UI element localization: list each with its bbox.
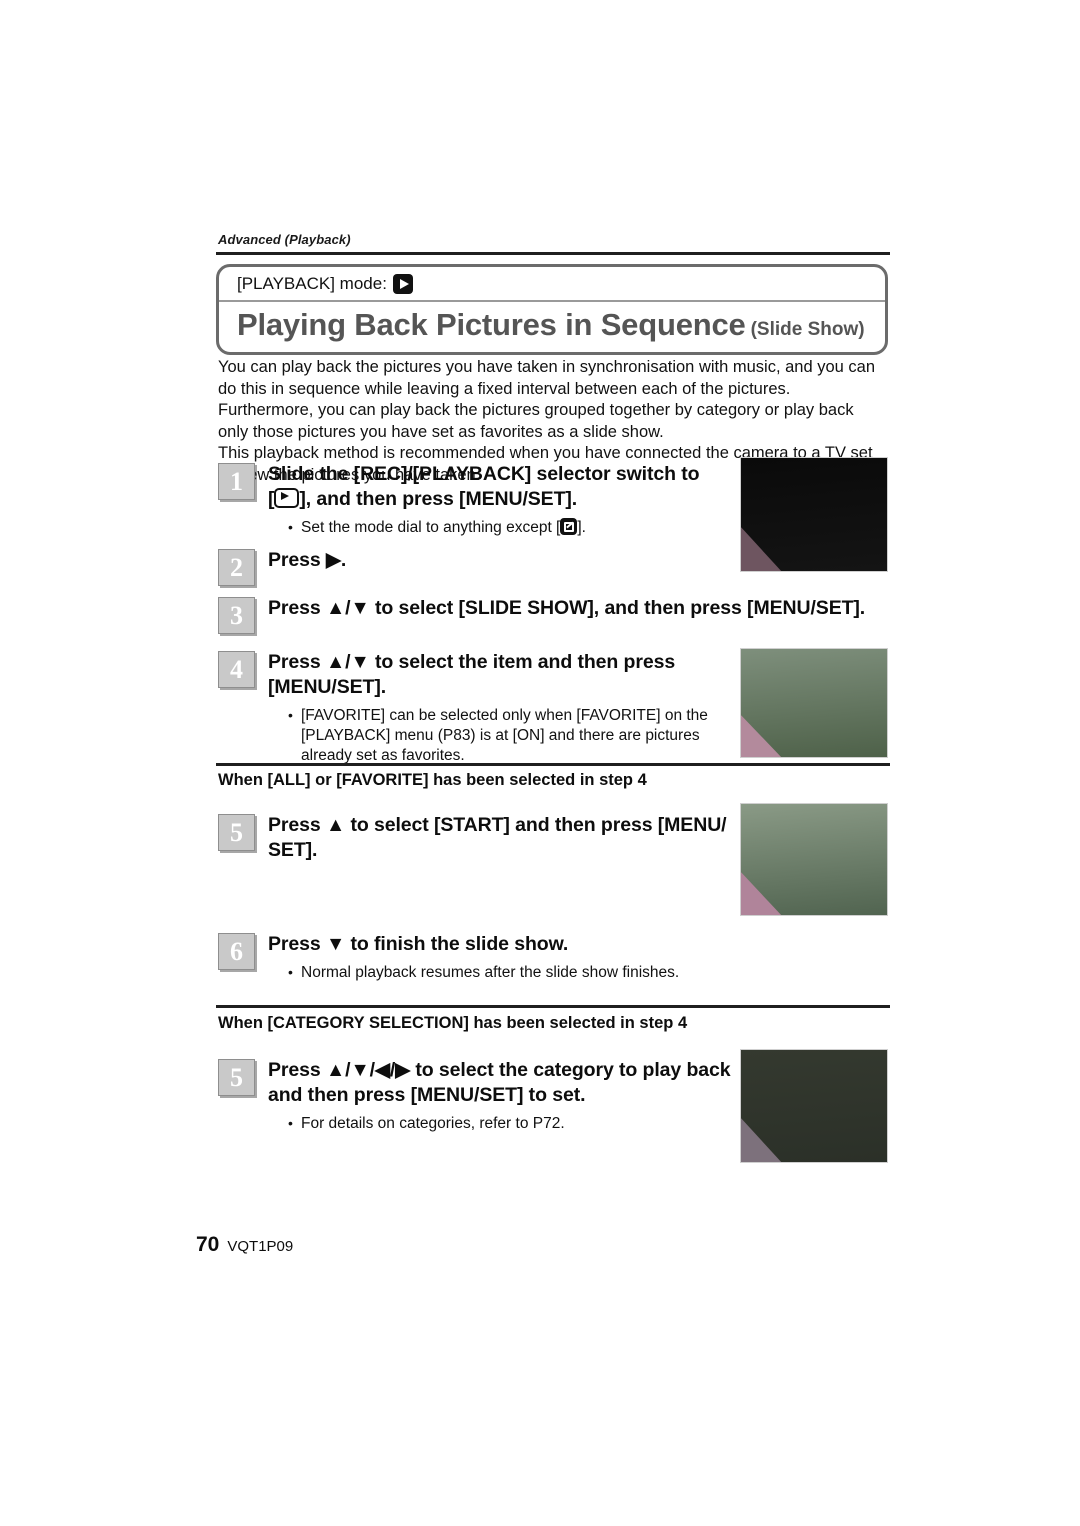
title-box: [PLAYBACK] mode: Playing Back Pictures i… [216,264,888,355]
intro-paragraph-1: You can play back the pictures you have … [218,358,876,398]
playback-mode-label: [PLAYBACK] mode: [237,274,387,293]
motion-picture-mode-icon [560,518,578,535]
thumbnail-step-4 [740,648,888,758]
thumb-2-corner [741,713,783,757]
step-2-title: Press ▶. [268,549,347,571]
section-heading-category: When [CATEGORY SELECTION] has been selec… [218,1014,688,1032]
step-1-bullets: Set the mode dial to anything except []. [288,517,699,538]
step-6-all-bullet: Normal playback resumes after the slide … [288,962,679,983]
step-1-title-suffix: ], and then press [MENU/SET]. [299,488,578,510]
step-number: 6 [218,933,255,970]
step-number: 4 [218,651,255,688]
section-rule-category [216,1005,890,1008]
thumb-4-corner [741,1116,783,1162]
step-5-category-title: Press ▲/▼/◀/▶ to select the category to … [268,1059,731,1106]
playback-mode-icon [392,274,413,294]
step-4-bullet: [FAVORITE] can be selected only when [FA… [288,705,728,766]
step-3-title: Press ▲/▼ to select [SLIDE SHOW], and th… [268,597,866,619]
step-2: 2 Press ▶. [218,548,346,586]
step-5-category: 5 Press ▲/▼/◀/▶ to select the category t… [218,1058,738,1134]
step-4: 4 Press ▲/▼ to select the item and then … [218,650,708,766]
step-5-all: 5 Press ▲ to select [START] and then pre… [218,813,727,863]
step-1-bullet: Set the mode dial to anything except []. [288,517,699,538]
page-title-line: Playing Back Pictures in Sequence (Slide… [219,302,885,352]
thumb-3-corner [741,870,783,915]
step-number: 5 [218,814,255,851]
step-4-title: Press ▲/▼ to select the item and then pr… [268,651,676,698]
header-rule [216,252,890,255]
step-1: 1 Slide the [REC]/[PLAYBACK] selector sw… [218,462,718,538]
section-rule-all [216,763,890,766]
document-code: VQT1P09 [227,1238,294,1255]
step-6-all-bullets: Normal playback resumes after the slide … [288,962,679,983]
step-3: 3 Press ▲/▼ to select [SLIDE SHOW], and … [218,596,865,634]
step-1-title-line-1: Slide the [REC]/[PLAYBACK] selector swit… [268,463,700,485]
step-1-bullet-suffix: ]. [577,519,586,536]
page-number: 70 [196,1233,220,1256]
thumbnail-step-5-category [740,1049,888,1163]
playback-mode-line: [PLAYBACK] mode: [219,267,885,302]
step-number: 5 [218,1059,255,1096]
page-title: Playing Back Pictures in Sequence [237,307,746,342]
section-heading-all: When [ALL] or [FAVORITE] has been select… [218,771,647,789]
page-footer: 70 VQT1P09 [196,1233,293,1257]
thumb-1-corner [741,525,783,571]
step-1-title: Slide the [REC]/[PLAYBACK] selector swit… [268,462,700,512]
page-subtitle: (Slide Show) [750,319,865,340]
playback-switch-icon [274,488,300,508]
step-5-category-bullet: For details on categories, refer to P72. [288,1113,738,1134]
thumbnail-step-1 [740,457,888,572]
step-number: 1 [218,463,255,500]
step-number: 3 [218,597,255,634]
step-6-all-title: Press ▼ to finish the slide show. [268,933,569,955]
running-head: Advanced (Playback) [218,232,351,247]
document-page: Advanced (Playback) [PLAYBACK] mode: Pla… [0,0,1080,1526]
intro-paragraph-2: Furthermore, you can play back the pictu… [218,401,854,441]
step-5-category-bullets: For details on categories, refer to P72. [288,1113,738,1134]
step-1-bullet-prefix: Set the mode dial to anything except [ [301,519,561,536]
step-number: 2 [218,549,255,586]
step-4-bullets: [FAVORITE] can be selected only when [FA… [288,705,728,766]
step-6-all: 6 Press ▼ to finish the slide show. Norm… [218,932,738,983]
thumbnail-step-5-all [740,803,888,916]
step-5-all-title: Press ▲ to select [START] and then press… [268,814,727,861]
